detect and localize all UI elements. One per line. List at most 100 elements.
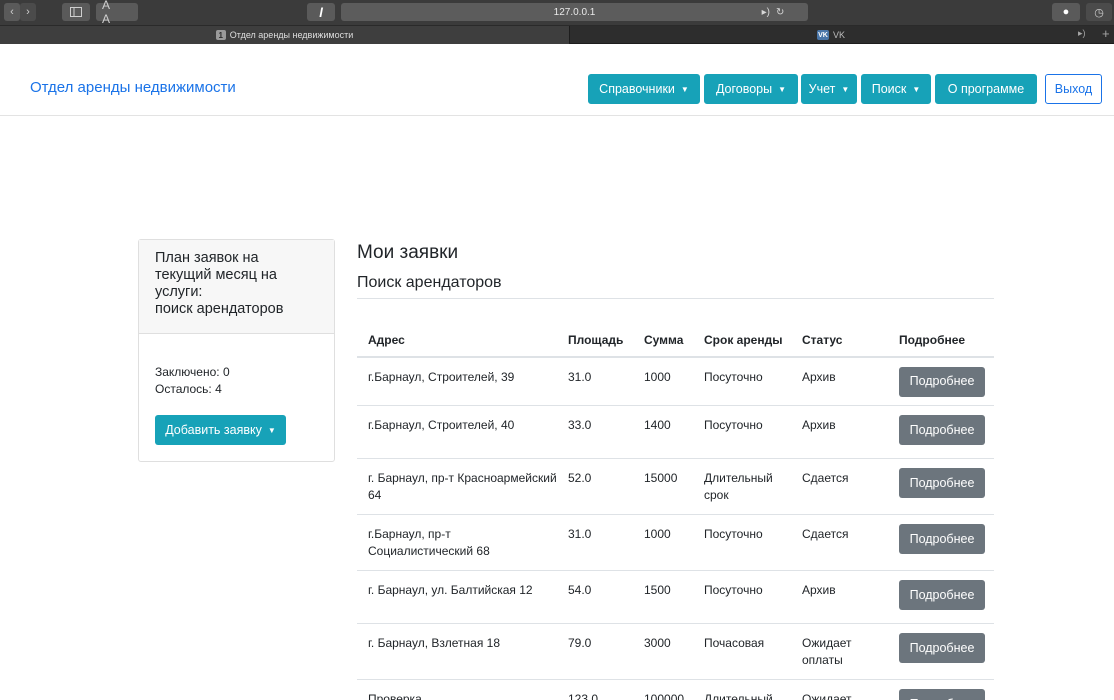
cell-term: Почасовая (693, 623, 791, 680)
menu-search[interactable]: Поиск ▼ (861, 74, 931, 104)
cell-details: Подробнее (888, 405, 994, 459)
cell-address: г.Барнаул, Строителей, 40 (357, 405, 557, 459)
cell-status: Ожидает оплаты (791, 623, 888, 680)
caret-down-icon: ▼ (680, 84, 689, 94)
column-header: Срок аренды (693, 298, 791, 358)
cell-sum: 1400 (633, 405, 693, 459)
table-header-row: Адрес Площадь Сумма Срок аренды Статус П… (357, 298, 994, 358)
cell-sum: 1500 (633, 570, 693, 624)
cell-status: Ожидает (791, 679, 888, 700)
reload-icon[interactable]: ↻ (776, 7, 784, 18)
cell-sum: 15000 (633, 458, 693, 515)
font-size-button[interactable]: A A (96, 0, 138, 26)
tab-title: VK (832, 30, 845, 40)
logout-button[interactable]: Выход (1045, 74, 1102, 104)
concluded-count: Заключено: 0 (155, 365, 230, 379)
menu-contracts[interactable]: Договоры ▼ (704, 74, 798, 104)
cell-sum: 1000 (633, 356, 693, 406)
column-header: Сумма (633, 298, 693, 358)
cell-details: Подробнее (888, 458, 994, 515)
column-header: Адрес (357, 298, 557, 358)
app-navbar: Отдел аренды недвижимости Справочники ▼ Д… (0, 66, 1114, 116)
tab-title: Отдел аренды недвижимости (229, 30, 354, 40)
details-button[interactable]: Подробнее (899, 524, 985, 554)
cell-status: Архив (791, 405, 888, 459)
requests-table: Адрес Площадь Сумма Срок аренды Статус П… (357, 298, 994, 700)
table-row: Проверка 123.0 100000 Длительный Ожидает… (357, 679, 994, 700)
browser-tab-bar: 1 Отдел аренды недвижимости VK VK ▸) + (0, 26, 1114, 44)
column-header: Подробнее (888, 298, 994, 358)
details-button[interactable]: Подробнее (899, 415, 985, 445)
cell-area: 54.0 (557, 570, 633, 624)
cell-area: 123.0 (557, 679, 633, 700)
browser-tab-vk[interactable]: VK VK (571, 26, 1091, 44)
cell-address: г. Барнаул, ул. Балтийская 12 (357, 570, 557, 624)
plan-service: поиск арендаторов (155, 301, 284, 317)
cell-details: Подробнее (888, 570, 994, 624)
table-row: г. Барнаул, Взлетная 18 79.0 3000 Почасо… (357, 623, 994, 680)
cell-term: Длительный (693, 679, 791, 700)
browser-tab-active[interactable]: 1 Отдел аренды недвижимости (0, 26, 570, 44)
menu-reference-books[interactable]: Справочники ▼ (588, 74, 700, 104)
section-title: Поиск арендаторов (357, 274, 502, 291)
column-header: Статус (791, 298, 888, 358)
menu-about[interactable]: О программе (935, 74, 1037, 104)
table-row: г. Барнаул, ул. Балтийская 12 54.0 1500 … (357, 570, 994, 624)
cell-status: Архив (791, 570, 888, 624)
cell-area: 33.0 (557, 405, 633, 459)
add-request-button[interactable]: Добавить заявку ▼ (155, 415, 286, 445)
cell-area: 52.0 (557, 458, 633, 515)
sidebar-toggle-icon[interactable] (62, 3, 90, 21)
plan-card: План заявок на текущий месяц на услуги: … (138, 239, 335, 462)
caret-down-icon: ▼ (778, 84, 787, 94)
audio-icon[interactable]: ▸) ↻ (743, 3, 803, 21)
cell-status: Сдается (791, 458, 888, 515)
table-row: г.Барнаул, Строителей, 40 33.0 1400 Посу… (357, 405, 994, 459)
cell-address: г. Барнаул, пр-т Красноармейский 64 (357, 458, 557, 515)
column-header: Площадь (557, 298, 633, 358)
details-button[interactable]: Подробнее (899, 633, 985, 663)
plan-card-header: План заявок на текущий месяц на услуги: … (139, 240, 334, 334)
cell-term: Длительный срок (693, 458, 791, 515)
new-tab-icon[interactable]: + (1102, 26, 1110, 41)
cell-sum: 100000 (633, 679, 693, 700)
brand-link[interactable]: Отдел аренды недвижимости (30, 79, 236, 96)
caret-down-icon: ▼ (841, 84, 850, 94)
cell-address: г.Барнаул, Строителей, 39 (357, 356, 557, 406)
history-icon[interactable]: ◷ (1086, 3, 1112, 21)
cell-status: Сдается (791, 514, 888, 571)
page-title: Мои заявки (357, 242, 459, 263)
details-button[interactable]: Подробнее (899, 689, 985, 700)
cell-status: Архив (791, 356, 888, 406)
details-button[interactable]: Подробнее (899, 580, 985, 610)
plan-title: План заявок на текущий месяц на услуги: (155, 250, 277, 300)
cell-address: г.Барнаул, пр-т Социалистический 68 (357, 514, 557, 571)
plan-card-body: Заключено: 0 Осталось: 4 Добавить заявку… (139, 334, 334, 445)
cell-area: 31.0 (557, 514, 633, 571)
cell-term: Посуточно (693, 514, 791, 571)
cell-term: Посуточно (693, 570, 791, 624)
table-row: г.Барнаул, Строителей, 39 31.0 1000 Посу… (357, 356, 994, 406)
menu-accounting[interactable]: Учет ▼ (801, 74, 857, 104)
cell-address: Проверка (357, 679, 557, 700)
cell-sum: 3000 (633, 623, 693, 680)
vk-icon: VK (816, 30, 829, 40)
cell-term: Посуточно (693, 405, 791, 459)
cell-details: Подробнее (888, 623, 994, 680)
back-icon[interactable]: ‹ (4, 3, 20, 21)
table-row: г.Барнаул, пр-т Социалистический 68 31.0… (357, 514, 994, 571)
tab-audio-icon[interactable]: ▸) (1078, 28, 1086, 39)
cell-area: 31.0 (557, 356, 633, 406)
cell-details: Подробнее (888, 356, 994, 406)
speaker-icon: ▸) (761, 6, 770, 18)
forward-icon[interactable]: › (20, 3, 36, 21)
download-icon[interactable]: ● (1052, 3, 1080, 21)
caret-down-icon: ▼ (912, 84, 921, 94)
address-bar[interactable]: 127.0.0.1 (341, 3, 808, 21)
caret-down-icon: ▼ (267, 425, 276, 435)
cell-term: Посуточно (693, 356, 791, 406)
details-button[interactable]: Подробнее (899, 468, 985, 498)
cell-details: Подробнее (888, 679, 994, 700)
extension-icon[interactable]: l (307, 3, 335, 21)
details-button[interactable]: Подробнее (899, 366, 985, 397)
